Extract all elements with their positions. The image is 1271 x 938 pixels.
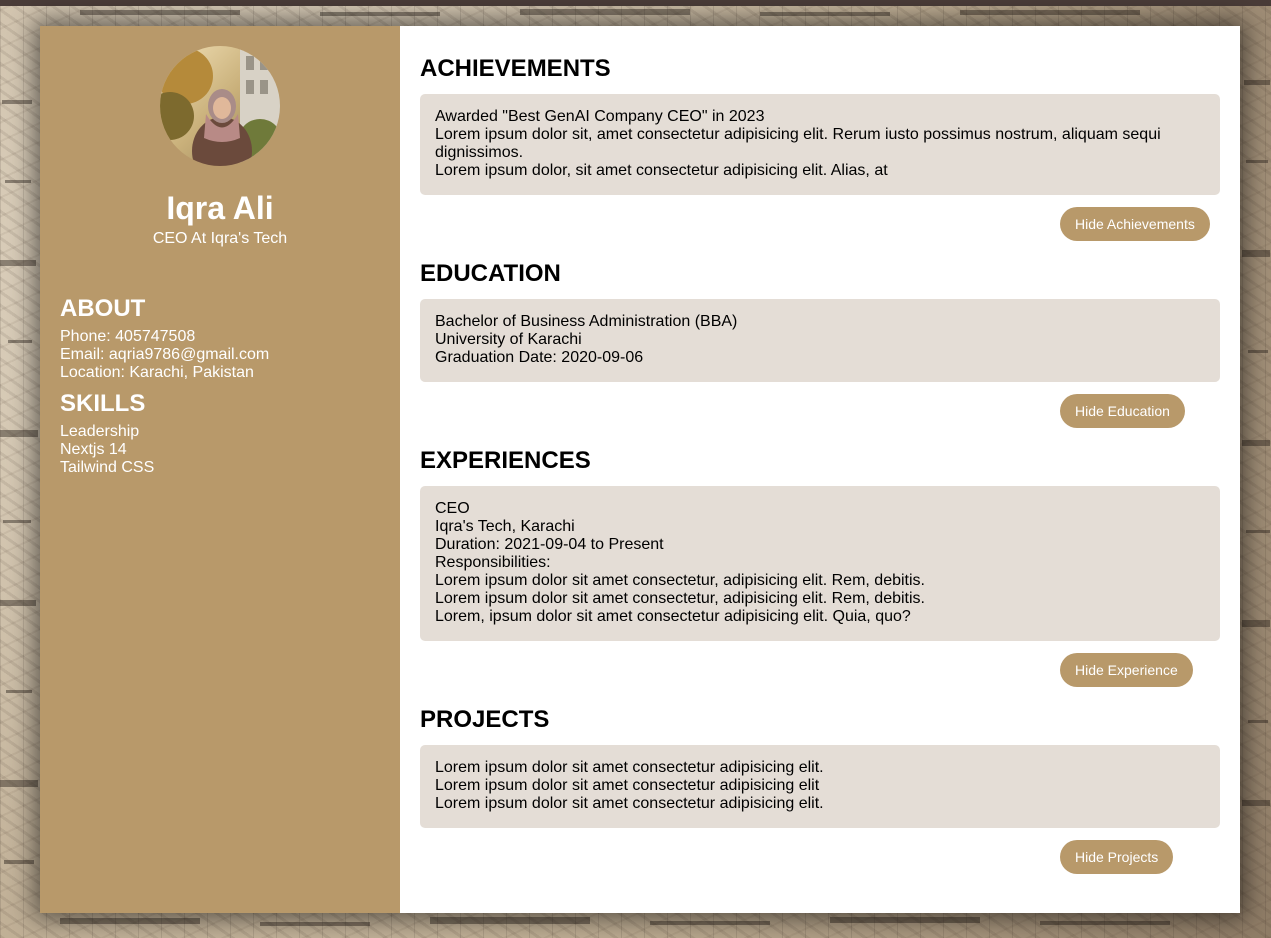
achievement-line: Lorem ipsum dolor sit, amet consectetur …: [435, 126, 1161, 161]
page-top-band: [0, 0, 1271, 6]
projects-section: PROJECTS Lorem ipsum dolor sit amet cons…: [420, 705, 1220, 874]
education-card: Bachelor of Business Administration (BBA…: [420, 299, 1220, 382]
sidebar: Iqra Ali CEO At Iqra's Tech ABOUT Phone:…: [40, 26, 400, 913]
experiences-card: CEO Iqra's Tech, Karachi Duration: 2021-…: [420, 486, 1220, 641]
skill-item: Nextjs 14: [60, 441, 127, 458]
project-line: Lorem ipsum dolor sit amet consectetur a…: [435, 795, 824, 812]
education-line: Graduation Date: 2020-09-06: [435, 349, 644, 366]
experiences-section: EXPERIENCES CEO Iqra's Tech, Karachi Dur…: [420, 446, 1220, 687]
experience-line: Lorem ipsum dolor sit amet consectetur, …: [435, 590, 925, 607]
experience-line: Responsibilities:: [435, 554, 551, 571]
achievements-button-row: Hide Achievements: [420, 207, 1220, 241]
resume-card: Iqra Ali CEO At Iqra's Tech ABOUT Phone:…: [40, 26, 1240, 913]
projects-button-row: Hide Projects: [420, 840, 1220, 874]
education-line: University of Karachi: [435, 331, 582, 348]
achievements-section: ACHIEVEMENTS Awarded "Best GenAI Company…: [420, 54, 1220, 241]
about-phone: Phone: 405747508: [60, 328, 196, 345]
experience-line: Iqra's Tech, Karachi: [435, 518, 575, 535]
projects-heading: PROJECTS: [420, 706, 550, 733]
about-location: Location: Karachi, Pakistan: [60, 364, 254, 381]
hide-education-button[interactable]: Hide Education: [1060, 394, 1185, 428]
experience-line: Duration: 2021-09-04 to Present: [435, 536, 664, 553]
achievement-line: Awarded "Best GenAI Company CEO" in 2023: [435, 108, 765, 125]
hide-experience-button[interactable]: Hide Experience: [1060, 653, 1193, 687]
experience-line: Lorem ipsum dolor sit amet consectetur, …: [435, 572, 925, 589]
about-email: Email: aqria9786@gmail.com: [60, 346, 270, 363]
hide-projects-button[interactable]: Hide Projects: [1060, 840, 1174, 874]
avatar: [160, 46, 280, 166]
project-line: Lorem ipsum dolor sit amet consectetur a…: [435, 777, 820, 794]
profile-title: CEO At Iqra's Tech: [152, 230, 288, 247]
hide-achievements-button[interactable]: Hide Achievements: [1060, 207, 1210, 241]
education-line: Bachelor of Business Administration (BBA…: [435, 313, 738, 330]
experience-line: Lorem, ipsum dolor sit amet consectetur …: [435, 608, 911, 625]
skills-heading: SKILLS: [60, 390, 146, 417]
education-button-row: Hide Education: [420, 394, 1220, 428]
achievements-card: Awarded "Best GenAI Company CEO" in 2023…: [420, 94, 1220, 195]
projects-card: Lorem ipsum dolor sit amet consectetur a…: [420, 745, 1220, 828]
skill-item: Tailwind CSS: [60, 459, 155, 476]
profile-header: Iqra Ali CEO At Iqra's Tech: [60, 46, 380, 248]
experiences-button-row: Hide Experience: [420, 653, 1220, 687]
achievement-line: Lorem ipsum dolor, sit amet consectetur …: [435, 162, 888, 179]
main-content: ACHIEVEMENTS Awarded "Best GenAI Company…: [400, 26, 1240, 913]
achievements-heading: ACHIEVEMENTS: [420, 55, 611, 82]
skill-item: Leadership: [60, 423, 140, 440]
experiences-heading: EXPERIENCES: [420, 447, 591, 474]
about-heading: ABOUT: [60, 295, 146, 322]
profile-name: Iqra Ali: [166, 190, 274, 226]
education-heading: EDUCATION: [420, 260, 561, 287]
experience-line: CEO: [435, 500, 470, 517]
education-section: EDUCATION Bachelor of Business Administr…: [420, 259, 1220, 428]
project-line: Lorem ipsum dolor sit amet consectetur a…: [435, 759, 824, 776]
